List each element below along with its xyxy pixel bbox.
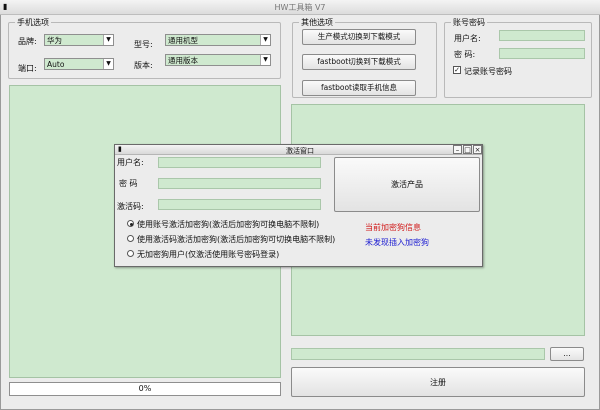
chevron-down-icon: ▼ bbox=[260, 55, 270, 65]
phone-options-label: 手机选项 bbox=[15, 17, 51, 28]
account-label: 账号密码 bbox=[451, 17, 487, 28]
model-select[interactable]: 通用机型 ▼ bbox=[165, 34, 271, 46]
dialog-password-label: 密 码 bbox=[119, 179, 138, 188]
username-input[interactable] bbox=[499, 30, 585, 41]
remember-checkbox[interactable]: ✓ bbox=[453, 66, 461, 74]
prod-to-download-button[interactable]: 生产模式切换到下载模式 bbox=[302, 29, 416, 45]
other-options-label: 其他选项 bbox=[299, 17, 335, 28]
progress-bar: 0% bbox=[9, 382, 281, 396]
dialog-activation-code-input[interactable] bbox=[158, 199, 321, 210]
brand-label: 品牌: bbox=[18, 37, 37, 46]
dialog-app-icon: ▮ bbox=[118, 145, 122, 153]
title-bar: ▮ HW工具箱 V7 bbox=[0, 0, 600, 15]
chevron-down-icon: ▼ bbox=[103, 59, 113, 69]
file-path-input[interactable] bbox=[291, 348, 545, 360]
fastboot-read-info-button[interactable]: fastboot读取手机信息 bbox=[302, 80, 416, 96]
version-label: 版本: bbox=[134, 61, 153, 70]
brand-value: 华为 bbox=[47, 36, 62, 45]
dialog-username-input[interactable] bbox=[158, 157, 321, 168]
progress-text: 0% bbox=[138, 384, 152, 393]
chevron-down-icon: ▼ bbox=[260, 35, 270, 45]
browse-button[interactable]: ... bbox=[550, 347, 584, 361]
radio-label-2: 无加密狗用户(仅激活使用账号密码登录) bbox=[137, 250, 280, 259]
dialog-username-label: 用户名: bbox=[117, 158, 144, 167]
radio-code-activate[interactable] bbox=[127, 235, 134, 242]
dialog-activation-code-label: 激活码: bbox=[117, 202, 144, 211]
register-button[interactable]: 注册 bbox=[291, 367, 585, 397]
model-value: 通用机型 bbox=[168, 36, 198, 45]
model-label: 型号: bbox=[134, 40, 153, 49]
radio-label-1: 使用激活码激活加密狗(激活后加密狗可切换电脑不限制) bbox=[137, 235, 336, 244]
username-label: 用户名: bbox=[454, 34, 481, 43]
version-select[interactable]: 通用版本 ▼ bbox=[165, 54, 271, 66]
radio-no-dongle[interactable] bbox=[127, 250, 134, 257]
password-label: 密 码: bbox=[454, 50, 476, 59]
version-value: 通用版本 bbox=[168, 56, 198, 65]
port-value: Auto bbox=[47, 60, 65, 69]
dialog-title: 激活窗口 bbox=[286, 147, 314, 155]
dialog-password-input[interactable] bbox=[158, 178, 321, 189]
activate-product-button[interactable]: 激活产品 bbox=[334, 157, 480, 212]
dongle-not-found-status: 未发现插入加密狗 bbox=[365, 238, 429, 247]
maximize-icon[interactable]: □ bbox=[463, 145, 472, 154]
fastboot-to-download-button[interactable]: fastboot切换到下载模式 bbox=[302, 54, 416, 70]
dongle-info-status: 当前加密狗信息 bbox=[365, 223, 421, 232]
window-title: HW工具箱 V7 bbox=[274, 3, 326, 12]
radio-label-0: 使用账号激活加密狗(激活后加密狗可换电脑不限制) bbox=[137, 220, 320, 229]
minimize-icon[interactable]: – bbox=[453, 145, 462, 154]
brand-select[interactable]: 华为 ▼ bbox=[44, 34, 114, 46]
check-icon: ✓ bbox=[454, 66, 460, 74]
port-label: 端口: bbox=[18, 64, 37, 73]
chevron-down-icon: ▼ bbox=[103, 35, 113, 45]
remember-label: 记录账号密码 bbox=[464, 67, 512, 76]
radio-account-activate[interactable] bbox=[127, 220, 134, 227]
password-input[interactable] bbox=[499, 48, 585, 59]
port-select[interactable]: Auto ▼ bbox=[44, 58, 114, 70]
close-icon[interactable]: × bbox=[473, 145, 482, 154]
